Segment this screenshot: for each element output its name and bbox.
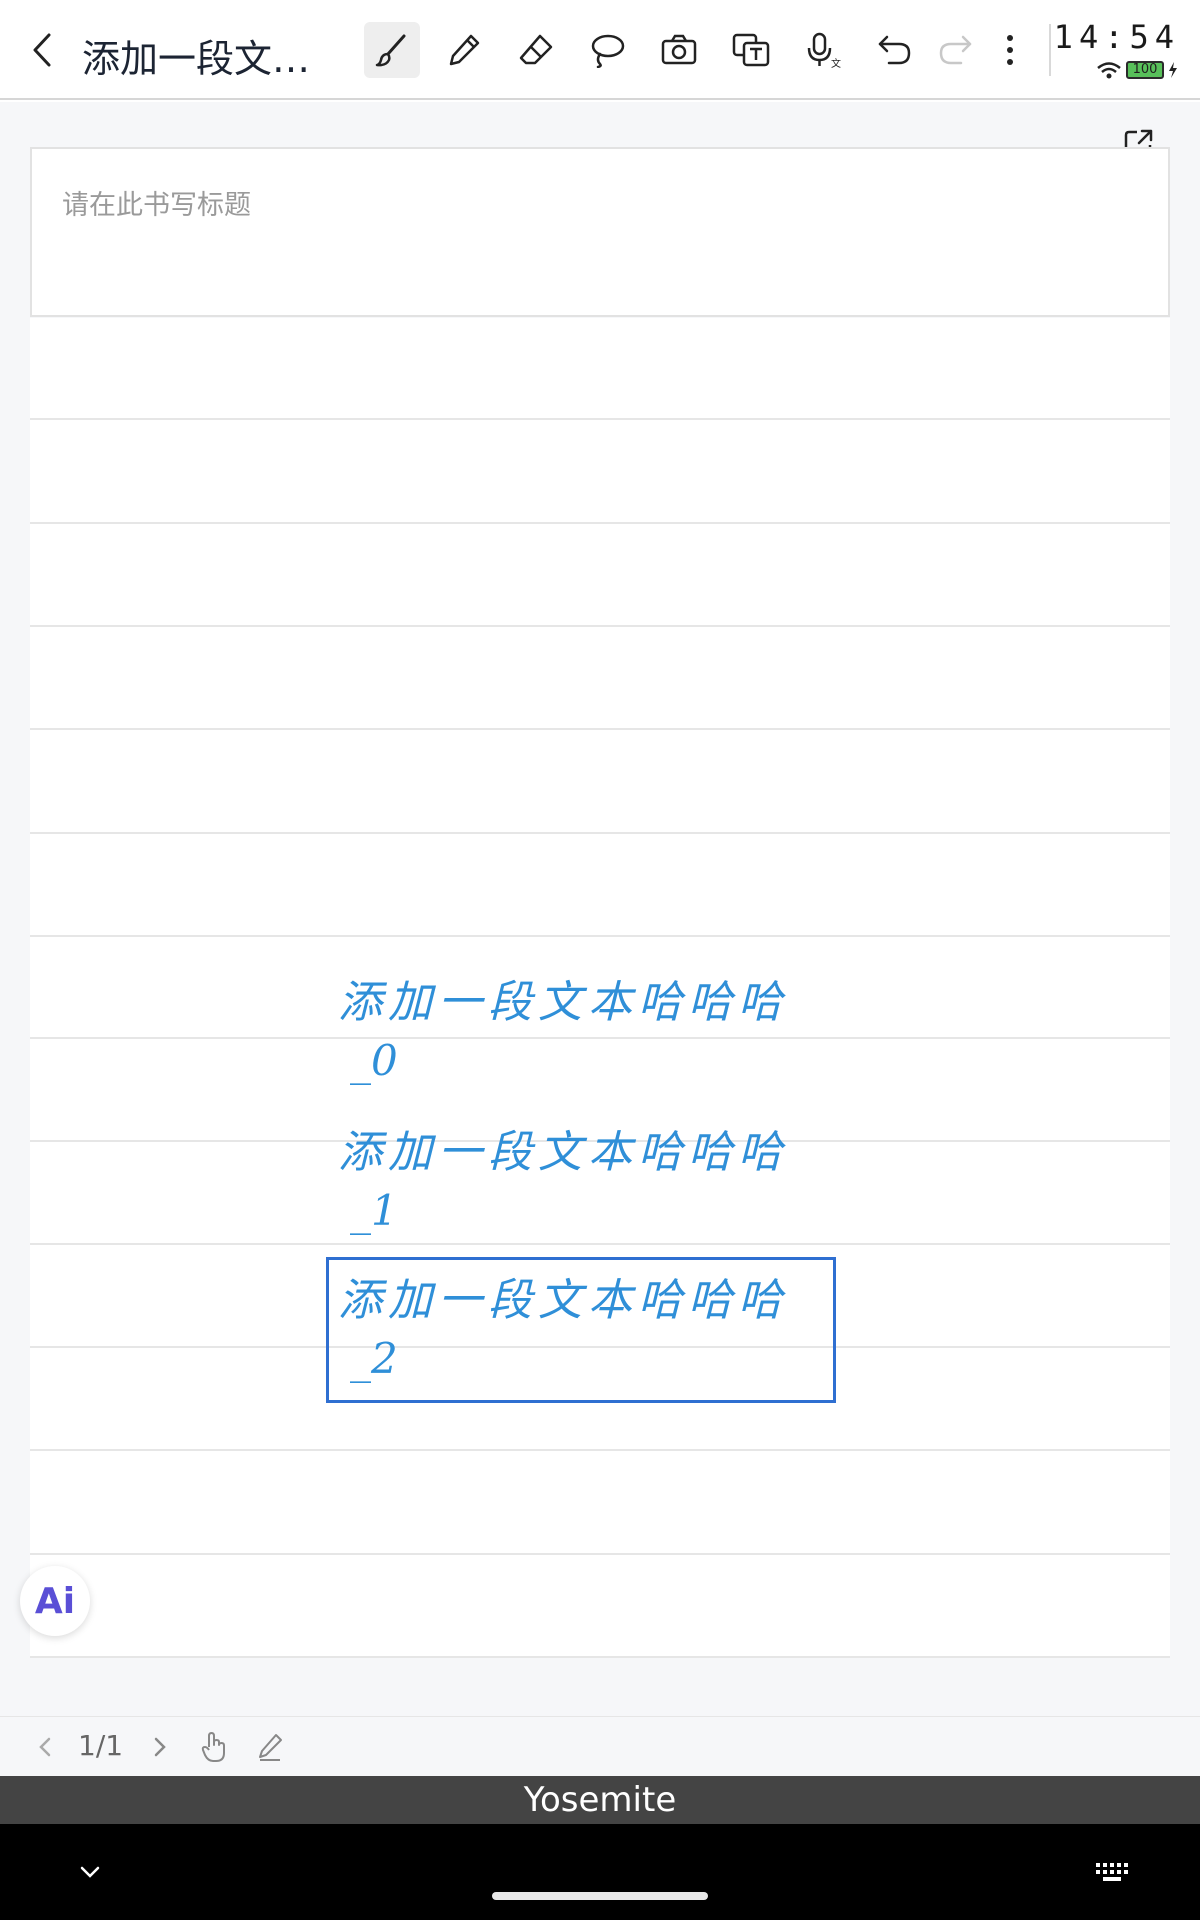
camera-button[interactable] [651,22,707,78]
charging-icon [1169,62,1177,78]
note-editor-screen: 添加一段文本... 文 14:54 100 请在此书写标题 添加一段文本哈哈哈 … [0,0,1200,1920]
ruled-line [30,1553,1170,1555]
ruled-line [30,418,1170,420]
undo-icon [878,35,911,65]
back-button[interactable] [22,28,62,72]
ruled-line [30,1449,1170,1451]
handwriting-suffix[interactable]: _0 [350,1036,398,1085]
status-area: 14:54 100 [1054,18,1188,88]
ruled-line [30,1243,1170,1245]
undo-button[interactable] [867,22,923,78]
ruled-line [30,1037,1170,1039]
keyboard-switch-button[interactable] [1090,1854,1134,1890]
page-navigation-bar: 1/1 [0,1716,1200,1776]
pencil-icon [259,1734,282,1761]
battery-indicator: 100 [1126,61,1164,79]
svg-text:文: 文 [831,57,841,69]
chevron-left-icon [33,33,51,67]
brush-icon [375,34,406,67]
ruled-line [30,522,1170,524]
lasso-icon [591,34,625,68]
touch-mode-button[interactable] [196,1727,232,1767]
title-input[interactable]: 请在此书写标题 [30,147,1170,317]
handwriting-text[interactable]: 添加一段文本哈哈哈 [338,1116,788,1180]
pen-mode-button[interactable] [252,1727,288,1767]
ruled-line [30,935,1170,937]
handwriting-suffix[interactable]: _1 [350,1186,398,1235]
redo-button[interactable] [927,22,983,78]
ai-button-label: Ai [34,1580,76,1622]
home-gesture-bar[interactable] [492,1892,708,1900]
ruled-line [30,728,1170,730]
redo-icon [939,35,972,65]
previous-page-button[interactable] [30,1727,60,1767]
eraser-tool-button[interactable] [508,22,564,78]
ruled-line [30,832,1170,834]
top-toolbar: 添加一段文本... 文 14:54 100 [0,0,1200,100]
pen-icon [449,34,480,66]
pen-tool-button[interactable] [436,22,492,78]
eraser-icon [519,34,553,65]
text-recognition-button[interactable] [723,22,779,78]
voice-to-text-button[interactable]: 文 [795,22,851,78]
system-navigation-bar [0,1824,1200,1920]
status-icons: 100 [1096,60,1178,80]
chevron-right-icon [154,1737,166,1757]
ruled-line [30,1656,1170,1658]
text-recognition-icon [732,33,770,67]
hand-pointer-icon [201,1732,225,1762]
lasso-tool-button[interactable] [579,22,635,78]
clock: 14:54 [1053,18,1180,56]
keyboard-icon [1096,1863,1128,1881]
ruled-line [30,625,1170,627]
title-placeholder: 请在此书写标题 [62,190,251,221]
brush-tool-button[interactable] [364,22,420,78]
more-options-button[interactable] [987,22,1033,78]
chevron-down-icon [80,1866,100,1878]
page-indicator: 1/1 [78,1729,124,1762]
handwriting-text[interactable]: 添加一段文本哈哈哈 [338,966,788,1030]
more-icon [1007,35,1013,65]
lasso-selection-box[interactable] [326,1257,836,1403]
voice-to-text-icon: 文 [807,32,841,69]
toolbar-divider [1049,24,1051,76]
wifi-icon [1097,62,1121,79]
note-title[interactable]: 添加一段文本... [82,28,342,78]
camera-icon [661,34,697,65]
ai-assistant-button[interactable]: Ai [20,1566,90,1636]
next-page-button[interactable] [145,1727,175,1767]
keyboard-suggestion[interactable]: Yosemite [0,1776,1200,1824]
hide-keyboard-button[interactable] [70,1852,110,1892]
chevron-left-icon [39,1737,51,1757]
